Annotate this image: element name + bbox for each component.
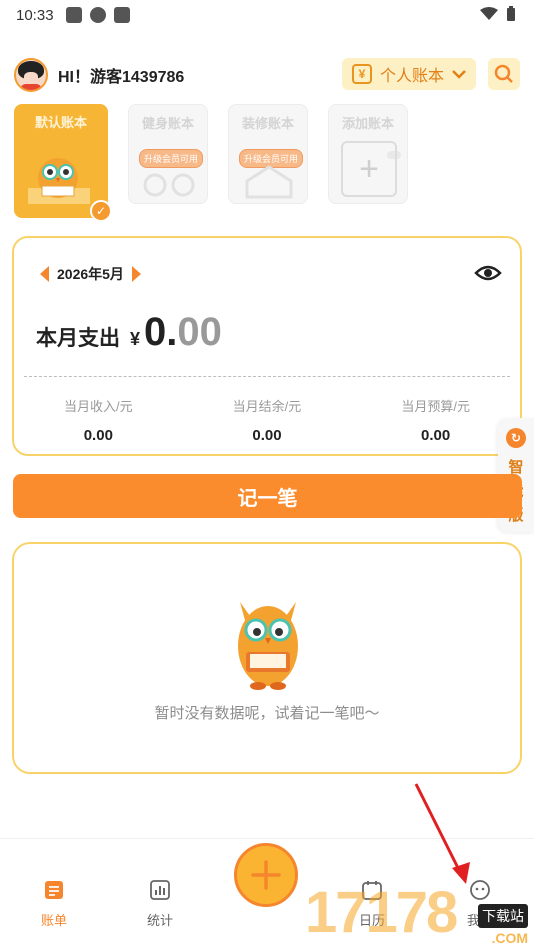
expense-row: 本月支出 ¥ 0. 00 xyxy=(36,310,222,355)
book-renovation[interactable]: 装修账本 升级会员可用 xyxy=(228,104,308,204)
house-icon xyxy=(245,165,293,199)
stat-balance: 当月结余/元 0.00 xyxy=(192,396,342,444)
app-status-icon xyxy=(89,7,106,23)
book-title: 健身账本 xyxy=(141,116,194,131)
dumbbell-icon xyxy=(143,173,195,197)
currency-symbol: ¥ xyxy=(130,329,141,349)
selected-check-icon: ✓ xyxy=(90,200,112,222)
book-default[interactable]: 默认账本 ✓ xyxy=(14,104,112,222)
stats-row: 当月收入/元 0.00 当月结余/元 0.00 当月预算/元 0.00 xyxy=(14,396,520,444)
month-label[interactable]: 2026年5月 xyxy=(57,264,124,284)
search-icon xyxy=(494,64,513,83)
stat-label: 当月收入/元 xyxy=(64,399,133,414)
owl-reading-icon xyxy=(238,602,298,690)
bill-icon xyxy=(45,881,63,899)
stat-label: 当月预算/元 xyxy=(401,399,470,414)
watermark: 17178 下载站 .COM xyxy=(305,880,530,946)
book-add[interactable]: 添加账本 + xyxy=(328,104,408,204)
wifi-icon xyxy=(480,7,498,20)
vip-badge: 升级会员可用 xyxy=(139,149,204,168)
plus-icon xyxy=(251,860,281,890)
stat-value: 0.00 xyxy=(252,427,282,444)
refresh-icon: ↻ xyxy=(506,428,526,448)
chevron-down-icon xyxy=(452,70,466,79)
stat-label: 当月结余/元 xyxy=(232,399,302,414)
stat-value: 0.00 xyxy=(421,427,451,444)
search-button[interactable] xyxy=(488,58,520,90)
notification-icon xyxy=(65,7,82,23)
book-title: 添加账本 xyxy=(341,116,394,131)
battery-icon xyxy=(507,6,515,21)
book-title: 默认账本 xyxy=(34,115,87,130)
tab-stats[interactable]: 统计 xyxy=(130,879,190,929)
divider xyxy=(24,376,510,377)
stat-budget[interactable]: 当月预算/元 0.00 xyxy=(361,396,511,444)
status-time: 10:33 xyxy=(16,6,54,24)
greeting-text: HI！游客1439786 xyxy=(58,69,185,86)
expense-amount-decimal: 00 xyxy=(177,310,222,354)
book-title: 装修账本 xyxy=(241,116,294,131)
red-arrow-annotation xyxy=(414,783,470,884)
coin-icon: ¥ xyxy=(351,64,372,84)
stat-value: 0.00 xyxy=(83,427,113,444)
tab-bills[interactable]: 账单 xyxy=(24,879,84,929)
account-switch-button[interactable]: ¥ 个人账本 xyxy=(341,58,476,90)
add-record-fab[interactable] xyxy=(234,843,298,907)
record-button[interactable]: 记一笔 xyxy=(13,474,522,518)
monthly-summary-card: 2026年5月 本月支出 ¥ 0. 00 当月收入/元 0.00 当月结余/元 … xyxy=(12,236,522,456)
empty-message: 暂时没有数据呢，试着记一笔吧～ xyxy=(154,705,380,722)
watermark-domain: .COM xyxy=(491,930,528,946)
chart-icon xyxy=(150,880,170,900)
owl-illustration-icon xyxy=(28,158,90,204)
status-bar: 10:33 xyxy=(0,0,534,30)
watermark-digits: 17178 xyxy=(305,880,458,945)
eye-icon[interactable] xyxy=(474,262,502,284)
prev-month-icon[interactable] xyxy=(40,266,49,282)
book-fitness[interactable]: 健身账本 升级会员可用 xyxy=(128,104,208,204)
month-selector: 2026年5月 xyxy=(40,264,141,284)
watermark-site: 下载站 xyxy=(478,904,528,928)
stat-income: 当月收入/元 0.00 xyxy=(23,396,173,444)
empty-state-card: 暂时没有数据呢，试着记一笔吧～ xyxy=(12,542,522,774)
expense-label: 本月支出 xyxy=(36,327,120,350)
avatar[interactable] xyxy=(14,58,48,92)
tab-label: 账单 xyxy=(40,913,67,928)
header: HI！游客1439786 ¥ 个人账本 xyxy=(14,56,520,94)
plus-icon: + xyxy=(341,141,397,197)
account-switch-label: 个人账本 xyxy=(379,68,444,85)
next-month-icon[interactable] xyxy=(131,266,141,282)
expense-amount-integer: 0. xyxy=(144,310,178,354)
app-status-icon-2 xyxy=(113,7,130,23)
tab-label: 统计 xyxy=(146,913,173,928)
account-book-list: 默认账本 ✓ 健身账本 升级会员可用 装修账本 升级会员可用 添加账本 + xyxy=(14,104,408,222)
